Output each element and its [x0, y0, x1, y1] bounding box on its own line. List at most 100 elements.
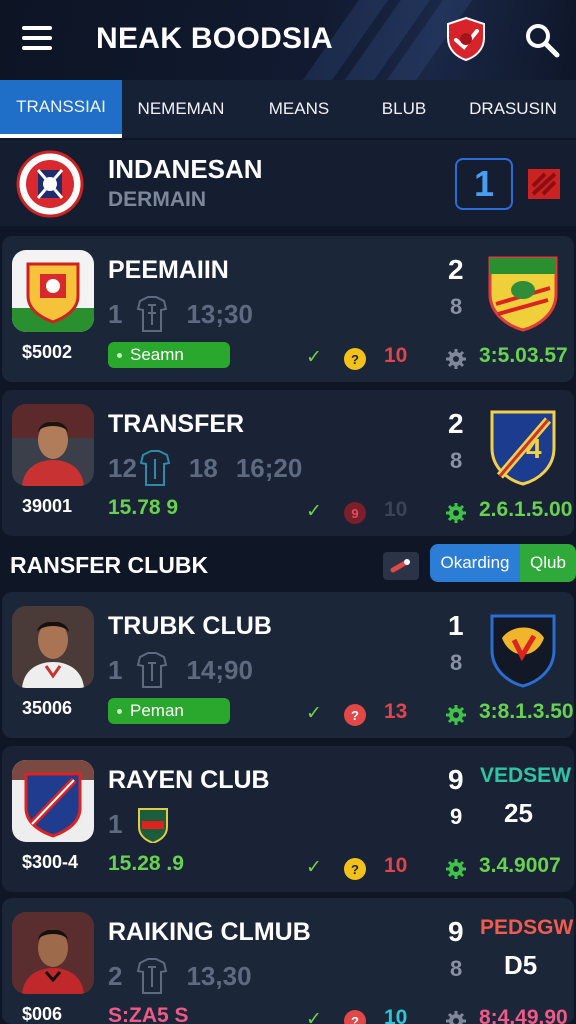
- gear-icon[interactable]: [445, 348, 467, 370]
- stat-count: 10: [384, 1006, 408, 1024]
- player-meta: 1 14;90: [108, 650, 253, 690]
- gear-icon[interactable]: [445, 704, 467, 726]
- league-subtitle: DERMAIN: [108, 188, 206, 211]
- flag-icon[interactable]: [527, 168, 561, 200]
- player-photo: [12, 606, 94, 688]
- rank-top: 2: [448, 254, 464, 285]
- toggle-okarding[interactable]: Okarding: [430, 544, 520, 582]
- check-icon: ✓: [306, 857, 322, 878]
- league-logo-icon: [16, 150, 84, 218]
- rank-bottom: 8: [450, 448, 463, 473]
- filter-icon[interactable]: [383, 552, 419, 580]
- hamburger-menu-icon[interactable]: [22, 26, 52, 52]
- toggle-qlub[interactable]: Qlub: [520, 544, 576, 582]
- coin-icon: 9: [344, 502, 366, 524]
- tab-transsiai[interactable]: TRANSSIAI: [0, 80, 122, 138]
- stat-count: 10: [384, 498, 408, 521]
- player-card[interactable]: $300-4 RAYEN CLUB 1 15.28 .9 ✓ ? 10 3.4.…: [2, 746, 574, 892]
- player-number: 1: [108, 654, 123, 685]
- check-icon: ✓: [306, 703, 322, 724]
- player-name: RAYEN CLUB: [108, 766, 270, 794]
- tab-means[interactable]: MEANS: [240, 80, 358, 138]
- team-score: 25: [504, 798, 533, 828]
- player-name: TRUBK CLUB: [108, 612, 272, 640]
- player-card[interactable]: 39001 TRANSFER 12 18 16;20 15.78 9 ✓ 9 1…: [2, 390, 574, 536]
- coin-icon: ?: [344, 704, 366, 726]
- score-code: 3.4.9007: [479, 854, 561, 877]
- odds-value: 15.78 9: [108, 496, 179, 519]
- gear-icon[interactable]: [445, 1010, 467, 1024]
- player-card[interactable]: 35006 TRUBK CLUB 1 14;90 Peman ✓ ? 13 3:…: [2, 592, 574, 738]
- team-tag: VEDSEW: [480, 764, 572, 787]
- search-icon[interactable]: [522, 20, 562, 60]
- app-title: NEAK BOODSIA: [96, 22, 333, 55]
- status-pill[interactable]: Seamn: [108, 342, 230, 368]
- player-name: RAIKING CLMUB: [108, 918, 311, 946]
- tab-drasusin[interactable]: DRASUSIN: [450, 80, 576, 138]
- player-meta: 12 18 16;20: [108, 448, 302, 488]
- league-name: INDANESAN: [108, 154, 263, 184]
- player-meta: 2 13,30: [108, 956, 252, 996]
- top-app-bar: NEAK BOODSIA: [0, 0, 576, 80]
- shield-check-icon[interactable]: [444, 16, 488, 62]
- tab-bar: TRANSSIAI NEMEMAN MEANS BLUB DRASUSIN: [0, 80, 576, 138]
- tab-blub[interactable]: BLUB: [358, 80, 450, 138]
- player-photo: [12, 404, 94, 486]
- score-code: 3:5.03.57: [479, 344, 568, 367]
- match-time: 16;20: [235, 452, 303, 483]
- match-time: 14;90: [186, 654, 253, 685]
- gear-icon[interactable]: [445, 502, 467, 524]
- mini-badge-icon: [138, 808, 169, 843]
- rank-bottom: 8: [450, 650, 463, 675]
- jersey-icon: [137, 958, 168, 994]
- coin-icon: ?: [344, 858, 366, 880]
- league-count-badge[interactable]: 1: [455, 158, 513, 210]
- coin-icon: ?: [344, 1010, 366, 1024]
- check-icon: ✓: [306, 1009, 322, 1024]
- rank-top: 1: [448, 610, 464, 641]
- rank-bottom: 8: [450, 294, 463, 319]
- score-code: 8:4.49.90: [479, 1006, 568, 1024]
- check-icon: ✓: [306, 501, 322, 522]
- svg-text:4: 4: [526, 433, 542, 464]
- player-meta: 1 13;30: [108, 294, 253, 334]
- player-number: 1: [108, 298, 123, 329]
- stat-count: 10: [384, 344, 408, 367]
- player-price: $006: [22, 1004, 63, 1024]
- rank-top: 9: [448, 764, 464, 795]
- club-crest-icon: 4: [490, 410, 556, 486]
- gear-icon[interactable]: [445, 858, 467, 880]
- club-badge-photo: [12, 250, 94, 332]
- player-name: PEEMAIIN: [108, 256, 229, 284]
- view-toggle[interactable]: Okarding Qlub: [430, 544, 576, 582]
- match-time: 13;30: [186, 298, 253, 329]
- league-header[interactable]: INDANESAN DERMAIN 1: [0, 140, 576, 226]
- player-number: 2: [108, 960, 123, 991]
- club-crest-icon: [490, 614, 556, 688]
- tab-nememan[interactable]: NEMEMAN: [122, 80, 240, 138]
- jersey-icon: [137, 652, 168, 688]
- player-card[interactable]: $006 RAIKING CLMUB 2 13,30 S:ZA5 S ✓ ? 1…: [2, 898, 574, 1024]
- jersey-icon: [137, 296, 168, 332]
- player-meta: 1: [108, 804, 170, 844]
- rank-bottom: 8: [450, 956, 463, 981]
- club-badge-photo: [12, 760, 94, 842]
- player-number: 1: [108, 808, 123, 839]
- club-crest-icon: [488, 256, 558, 332]
- coin-icon: ?: [344, 348, 366, 370]
- rank-top: 9: [448, 916, 464, 947]
- player-price: 39001: [22, 496, 73, 516]
- status-pill[interactable]: Peman: [108, 698, 230, 724]
- player-name: TRANSFER: [108, 410, 245, 438]
- odds-value: S:ZA5 S: [108, 1004, 189, 1024]
- rank-top: 2: [448, 408, 464, 439]
- stat-count: 10: [384, 854, 408, 877]
- rank-bottom: 9: [450, 804, 463, 829]
- player-price: 35006: [22, 698, 73, 718]
- player-card[interactable]: $5002 PEEMAIIN 1 13;30 Seamn ✓ ? 10 3:5.…: [2, 236, 574, 382]
- score-code: 2.6.1.5.00: [479, 498, 573, 521]
- player-price: $5002: [22, 342, 73, 362]
- section-title: RANSFER CLUBK: [10, 552, 209, 578]
- player-price: $300-4: [22, 852, 79, 872]
- score-code: 3:8.1.3.50: [479, 700, 574, 723]
